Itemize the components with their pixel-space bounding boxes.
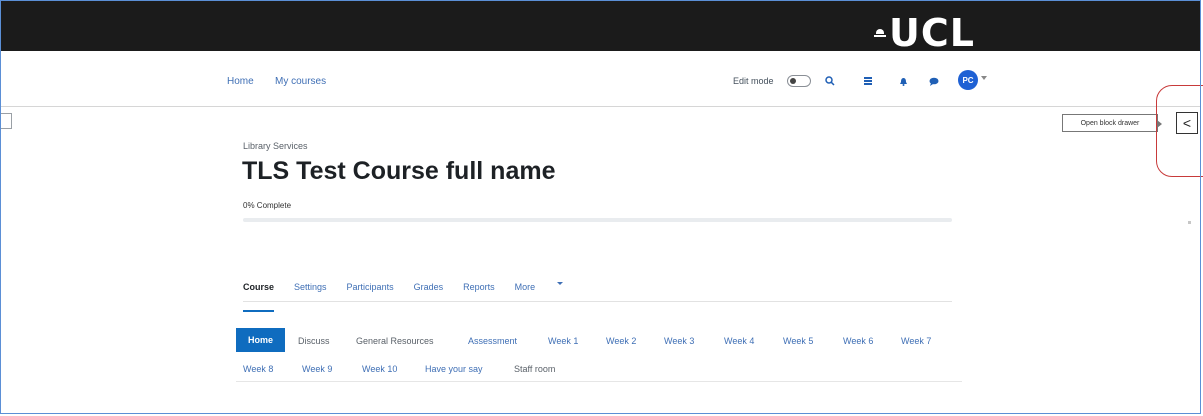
bell-icon[interactable] <box>896 74 910 88</box>
tabs-divider <box>243 301 952 302</box>
course-title: TLS Test Course full name <box>242 157 556 185</box>
chat-icon[interactable] <box>927 74 941 88</box>
tab-participants[interactable]: Participants <box>347 282 394 302</box>
section-link[interactable]: Week 7 <box>901 336 931 346</box>
section-link[interactable]: Have your say <box>425 364 483 374</box>
section-link[interactable]: Staff room <box>514 364 555 374</box>
nav-my-courses-link[interactable]: My courses <box>275 76 326 87</box>
ucl-banner: UCL <box>1 1 1201 55</box>
nav-home-link[interactable]: Home <box>227 76 254 87</box>
section-link[interactable]: Week 9 <box>302 364 332 374</box>
section-link[interactable]: Week 10 <box>362 364 397 374</box>
primary-navbar: Home My courses Edit mode PC <box>1 51 1201 107</box>
course-completion-text: 0% Complete <box>243 201 292 210</box>
tab-grades[interactable]: Grades <box>414 282 444 302</box>
ucl-dome-icon <box>873 29 887 39</box>
section-link[interactable]: Week 3 <box>664 336 694 346</box>
edit-mode-toggle[interactable] <box>787 75 811 87</box>
left-drawer-toggle[interactable] <box>0 113 12 129</box>
course-tabs: Course Settings Participants Grades Reports M… <box>243 282 564 312</box>
edit-mode-label: Edit mode <box>733 76 774 86</box>
section-link[interactable]: Week 6 <box>843 336 873 346</box>
more-chevron-down-icon <box>557 282 564 285</box>
section-link[interactable]: Week 5 <box>783 336 813 346</box>
ucl-logo-text: UCL <box>889 11 975 55</box>
search-icon[interactable] <box>823 74 837 88</box>
sections-divider <box>236 381 962 382</box>
toggle-knob <box>790 78 796 84</box>
tab-more[interactable]: More <box>515 282 536 302</box>
section-link[interactable]: General Resources <box>356 336 434 346</box>
section-link[interactable]: Assessment <box>468 336 517 346</box>
open-block-drawer-tooltip: Open block drawer <box>1062 114 1162 132</box>
section-link[interactable]: Week 1 <box>548 336 578 346</box>
section-home-button[interactable]: Home <box>236 328 285 352</box>
chevron-left-icon: < <box>1182 115 1192 131</box>
ucl-logo[interactable]: UCL <box>873 11 975 55</box>
section-link[interactable]: Discuss <box>298 336 330 346</box>
grid-icon[interactable] <box>861 74 875 88</box>
tab-reports[interactable]: Reports <box>463 282 495 302</box>
tab-course[interactable]: Course <box>243 282 275 312</box>
chevron-down-icon[interactable] <box>981 76 987 80</box>
tab-settings[interactable]: Settings <box>294 282 327 302</box>
course-progress-bar <box>243 218 952 222</box>
user-avatar[interactable]: PC <box>958 70 978 90</box>
course-category: Library Services <box>243 141 308 151</box>
section-link[interactable]: Week 2 <box>606 336 636 346</box>
open-block-drawer-button[interactable]: < <box>1176 112 1198 134</box>
section-link[interactable]: Week 8 <box>243 364 273 374</box>
scroll-marker <box>1188 221 1191 224</box>
section-link[interactable]: Week 4 <box>724 336 754 346</box>
